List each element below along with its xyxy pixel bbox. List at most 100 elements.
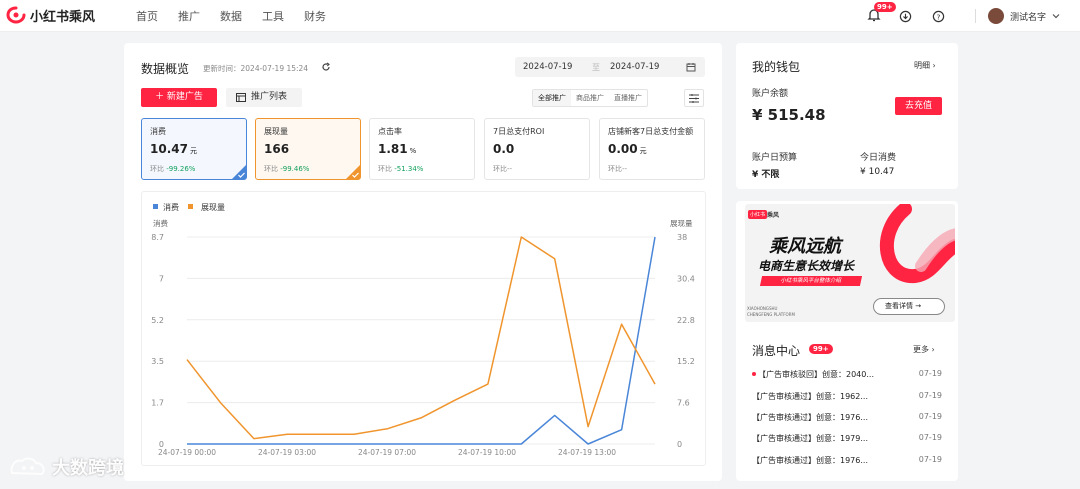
kpi-change-value: -- (622, 165, 628, 173)
calendar-icon[interactable] (686, 62, 696, 72)
date-range-picker[interactable]: 2024-07-19 至 2024-07-19 (515, 57, 705, 77)
kpi-title: 消费 (150, 127, 166, 136)
message-center-title: 消息中心 (752, 344, 801, 358)
message-date: 07-19 (918, 391, 942, 400)
seg-live[interactable]: 直播推广 (609, 90, 647, 106)
header-divider (974, 9, 976, 23)
date-end[interactable]: 2024-07-19 (610, 62, 659, 72)
message-item[interactable]: 【广告审核通过】创意：1962... 07-19 (752, 391, 942, 403)
kpi-change-label: 环比 (493, 165, 507, 173)
message-item[interactable]: 【广告审核通过】创意：1976... 07-19 (752, 412, 942, 424)
update-time: 更新时间：2024-07-19 15:24 (203, 64, 309, 73)
nav-item-tools[interactable]: 工具 (262, 8, 284, 24)
kpi-change: 环比 -99.26% (150, 164, 195, 174)
kpi-change-value: -99.26% (166, 165, 196, 173)
message-date: 07-19 (918, 455, 942, 464)
kpi-change-value: -99.46% (280, 165, 310, 173)
banner-subtitle: 电商生意长效增长 (758, 259, 855, 273)
kpi-number: 10.47 (150, 142, 188, 156)
date-separator: 至 (592, 63, 600, 72)
check-icon (238, 172, 245, 178)
message-date: 07-19 (918, 369, 942, 378)
kpi-change: 环比 -99.46% (264, 164, 309, 174)
wallet-detail-link[interactable]: 明细 › (914, 60, 936, 71)
user-name[interactable]: 测试名字 (1010, 10, 1046, 23)
promotion-type-segment: 全部推广 商品推广 直播推广 (532, 89, 648, 107)
banner-tag-cf: 乘风 (767, 212, 780, 219)
kpi-card-roi[interactable]: 7日总支付ROI 0.0 环比-- (484, 118, 590, 180)
kpi-card-spend[interactable]: 消费 10.47 元 环比 -99.26% (141, 118, 247, 180)
column-settings-button[interactable] (684, 89, 704, 107)
kpi-unit: 元 (189, 147, 197, 155)
kpi-value: 1.81% (378, 142, 416, 156)
kpi-value: 166 (264, 142, 291, 156)
arrow-right-icon: → (915, 302, 922, 310)
message-more-link[interactable]: 更多 › (913, 344, 935, 355)
refresh-icon[interactable] (321, 62, 331, 72)
banner-en-2: CHENGFENG PLATFORM (747, 312, 795, 317)
recharge-button[interactable]: 去充值 (895, 97, 942, 115)
settings-list-icon (689, 94, 699, 103)
kpi-card-impressions[interactable]: 展现量 166 环比 -99.46% (255, 118, 361, 180)
kpi-change-label: 环比 (378, 165, 392, 173)
budget-label: 账户日预算 (752, 153, 798, 163)
nav-item-data[interactable]: 数据 (220, 8, 242, 24)
kpi-title: 店铺新客7日总支付金额 (608, 127, 694, 136)
notification-badge: 99+ (873, 1, 896, 12)
nav-item-home[interactable]: 首页 (136, 8, 158, 24)
kpi-value: 10.47 元 (150, 142, 197, 156)
banner-detail-label: 查看详情 (885, 302, 913, 310)
message-more-label: 更多 (913, 345, 929, 354)
download-icon[interactable] (899, 10, 912, 23)
watermark: 大数跨境 (8, 454, 124, 480)
kpi-card-ctr[interactable]: 点击率 1.81% 环比 -51.34% (369, 118, 475, 180)
kpi-title: 展现量 (264, 127, 288, 136)
kpi-change-value: -51.34% (394, 165, 424, 173)
kpi-card-new-customer-gmv[interactable]: 店铺新客7日总支付金额 0.00 元 环比-- (599, 118, 705, 180)
date-start[interactable]: 2024-07-19 (523, 62, 572, 72)
help-icon[interactable]: ? (932, 10, 945, 23)
message-item[interactable]: 【广告审核通过】创意：1976... 07-19 (752, 455, 942, 467)
new-ad-button[interactable]: ＋ 新建广告 (141, 88, 217, 107)
chart-panel (141, 191, 706, 466)
message-text: 【广告审核通过】创意：1976... (752, 456, 868, 465)
brand-logo[interactable]: 小红书乘风 (6, 5, 95, 25)
seg-product[interactable]: 商品推广 (571, 90, 609, 106)
kpi-value: 0.00 元 (608, 142, 647, 156)
banner-pill: 小红书乘风平台整体介绍 (759, 276, 863, 286)
seg-all[interactable]: 全部推广 (533, 90, 571, 106)
banner-title: 乘风远航 (769, 236, 841, 257)
budget-value: ¥ 不限 (752, 170, 780, 180)
banner-en-1: XIAOHONGSHU (747, 306, 778, 311)
wallet-title: 我的钱包 (752, 60, 801, 74)
kpi-change: 环比-- (608, 164, 627, 174)
notification-button[interactable]: 99+ (867, 1, 896, 26)
kpi-change-value: -- (507, 165, 513, 173)
promotion-list-button[interactable]: 推广列表 (226, 88, 302, 107)
nav-item-promotion[interactable]: 推广 (178, 8, 200, 24)
avatar[interactable] (987, 8, 1004, 24)
today-spend-value: ¥ 10.47 (860, 167, 895, 177)
brand-name: 小红书乘风 (30, 9, 96, 25)
banner-detail-button[interactable]: 查看详情 → (873, 298, 945, 315)
promotion-list-label: 推广列表 (251, 92, 288, 102)
kpi-number: 0.0 (493, 142, 515, 156)
message-item[interactable]: 【广告审核通过】创意：1979... 07-19 (752, 433, 942, 445)
list-icon (236, 93, 246, 102)
check-icon (352, 172, 359, 178)
message-text: 【广告审核通过】创意：1962... (752, 392, 868, 401)
message-badge: 99+ (809, 344, 833, 354)
unread-dot (752, 372, 756, 376)
chevron-right-icon: › (932, 61, 936, 70)
kpi-unit: 元 (639, 147, 647, 155)
kpi-value: 0.0 (493, 142, 516, 156)
promo-banner[interactable]: 小红书 乘风 乘风远航 电商生意长效增长 小红书乘风平台整体介绍 XIAOHON… (745, 204, 955, 322)
nav-item-finance[interactable]: 财务 (304, 8, 326, 24)
chevron-down-icon[interactable] (1052, 12, 1060, 20)
kpi-change: 环比-- (493, 164, 512, 174)
balance-value: ¥ 515.48 (752, 106, 826, 124)
message-item[interactable]: 【广告审核驳回】创意：2040... 07-19 (758, 369, 942, 381)
top-bar: 小红书乘风 首页 推广 数据 工具 财务 99+ ? 测试名字 (0, 0, 1080, 32)
overview-title: 数据概览 (141, 62, 190, 76)
balance-label: 账户余额 (752, 89, 789, 99)
